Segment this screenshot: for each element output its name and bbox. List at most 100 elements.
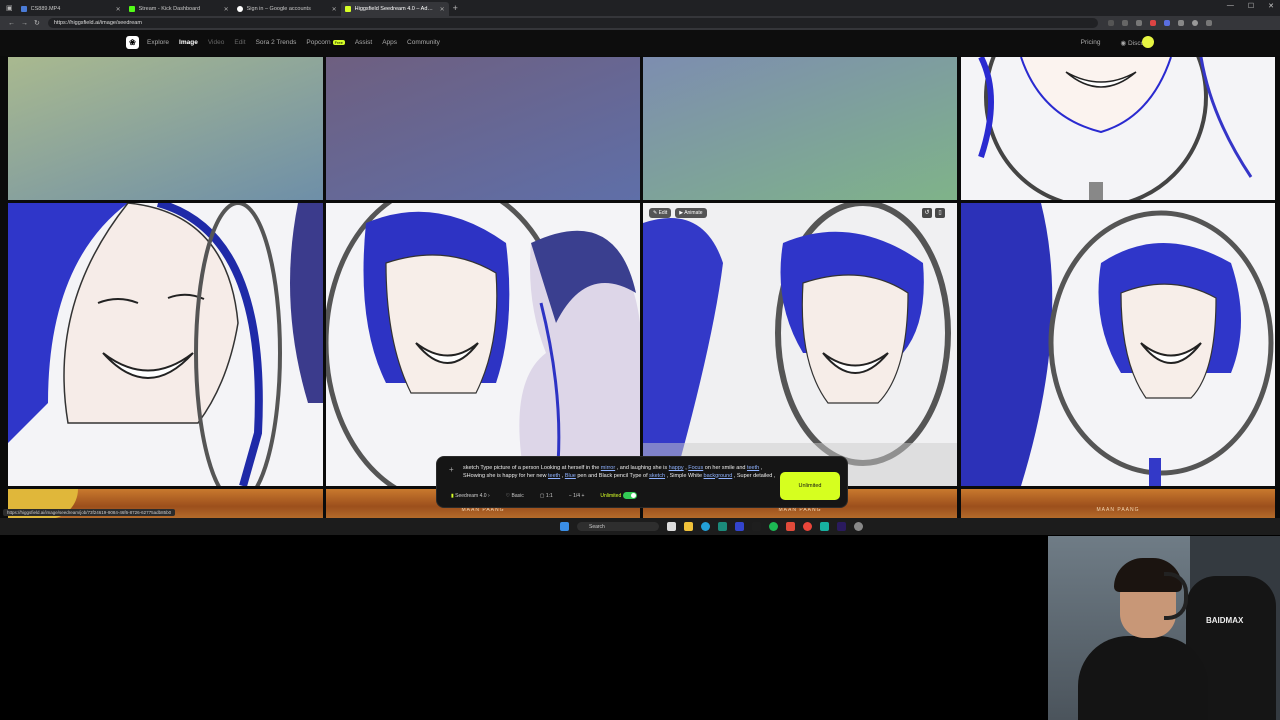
tab-favicon [236, 6, 243, 12]
url-field[interactable]: https://higgsfield.ai/image/seedream [47, 18, 1098, 28]
prompt-segment: pen and Black pencil Type of [575, 472, 650, 479]
animate-label: Animate [684, 210, 703, 216]
reuse-prompt-icon[interactable]: ↺ [922, 208, 932, 218]
close-window-icon[interactable]: ✕ [1268, 2, 1274, 10]
new-tab-icon[interactable]: + [453, 3, 458, 13]
plus-icon[interactable]: + [580, 493, 584, 499]
taskbar-search[interactable]: Search [577, 522, 659, 531]
gallery-tile-sketch[interactable] [8, 203, 323, 486]
extension-icon[interactable] [1107, 20, 1114, 26]
nav-apps[interactable]: Apps [382, 39, 397, 46]
file-explorer-icon[interactable] [684, 522, 693, 531]
pricing-link[interactable]: Pricing [1081, 39, 1101, 47]
extension-icon[interactable] [1121, 20, 1128, 26]
gallery-tile-partial[interactable]: MAAN PAANG [961, 489, 1275, 518]
start-icon[interactable] [560, 522, 569, 531]
toggle-switch[interactable] [623, 492, 638, 499]
reload-icon[interactable]: ↻ [34, 19, 40, 27]
tab-2[interactable]: Sign in – Google accounts ✕ [233, 2, 341, 16]
nav-video[interactable]: Video [208, 39, 225, 46]
status-url: https://higgsfield.ai/image/seedream/job… [3, 509, 176, 516]
close-icon[interactable]: ✕ [116, 6, 121, 13]
generate-button[interactable]: Unlimited [780, 472, 840, 500]
header-right: Pricing ◉ Discord [1081, 39, 1150, 47]
maximize-icon[interactable]: ☐ [1248, 2, 1254, 10]
prompt-segment: , Super detailed , [732, 472, 776, 479]
app-icon[interactable] [752, 522, 761, 531]
edge-icon[interactable] [701, 522, 710, 531]
tab-title: Higgsfield Seedream 4.0 – Advan [354, 6, 436, 12]
close-icon[interactable]: ✕ [224, 6, 229, 13]
nav-edit[interactable]: Edit [234, 39, 245, 46]
nav-explore[interactable]: Explore [147, 39, 169, 46]
gallery-tile-loading[interactable] [8, 57, 323, 200]
tab-0[interactable]: CS889.MP4 ✕ [17, 2, 125, 16]
gallery-tile-sketch[interactable] [961, 57, 1275, 200]
back-icon[interactable]: ← [8, 20, 15, 27]
profile-icon[interactable] [1191, 20, 1198, 26]
task-view-icon[interactable] [667, 522, 676, 531]
aspect-label: 1:1 [545, 492, 553, 499]
close-icon[interactable]: ✕ [332, 6, 337, 13]
gallery-tile-sketch-selected[interactable] [643, 203, 957, 486]
app-icon[interactable] [820, 522, 829, 531]
prompt-segment: , Simple White [665, 472, 704, 479]
image-hover-actions: ✎ Edit ▶ Animate [649, 208, 707, 218]
app-icon[interactable] [735, 522, 744, 531]
unlimited-label: Unlimited [600, 492, 622, 499]
prompt-keyword: Blue [564, 472, 576, 479]
nav-assist[interactable]: Assist [355, 39, 372, 46]
tab-title: CS889.MP4 [30, 6, 61, 12]
menu-dots-icon[interactable] [1205, 20, 1212, 26]
count-stepper[interactable]: − 1/4 + [569, 493, 585, 499]
tab-3[interactable]: Higgsfield Seedream 4.0 – Advan ✕ [340, 2, 449, 16]
nav-community[interactable]: Community [407, 39, 440, 46]
user-avatar[interactable] [1142, 36, 1154, 48]
quality-selector[interactable]: ♡ Basic [506, 493, 524, 499]
bookmark-icon[interactable]: ▯ [935, 208, 945, 218]
gallery-tile-loading[interactable] [326, 57, 640, 200]
prompt-panel: + sketch Type picture of a person Lookin… [436, 456, 848, 508]
person-body [1078, 636, 1208, 720]
add-image-icon[interactable]: + [449, 465, 454, 474]
app-icon[interactable] [718, 522, 727, 531]
extension-icon[interactable] [1177, 20, 1184, 26]
gallery-tile-loading[interactable] [643, 57, 957, 200]
sketch-image [643, 203, 957, 486]
edit-button[interactable]: ✎ Edit [649, 208, 672, 218]
tab-favicon [344, 6, 351, 12]
prompt-segment: , and laughing she is [615, 465, 669, 471]
model-selector[interactable]: ▮ Seedream 4.0 › [451, 493, 490, 499]
nav-sora-trends[interactable]: Sora 2 Trends [256, 39, 297, 46]
spotify-icon[interactable] [769, 522, 778, 531]
prompt-keyword: sketch [649, 472, 666, 479]
animate-button[interactable]: ▶ Animate [675, 208, 707, 218]
chrome-icon[interactable] [803, 522, 812, 531]
close-icon[interactable]: ✕ [440, 6, 445, 13]
nav-image[interactable]: Image [179, 39, 198, 46]
free-badge: Free [332, 40, 345, 45]
forward-icon[interactable]: → [21, 20, 28, 27]
minimize-icon[interactable]: — [1227, 2, 1234, 10]
tab-1[interactable]: Stream - Kick Dashboard ✕ [125, 2, 233, 16]
prompt-options: ▮ Seedream 4.0 › ♡ Basic ▢ 1:1 − 1/4 + U… [451, 492, 638, 499]
gallery-tile-sketch[interactable] [961, 203, 1275, 486]
browser-screen: ▣ CS889.MP4 ✕ Stream - Kick Dashboard ✕ Si… [0, 0, 1280, 535]
extension-icon[interactable] [1163, 20, 1170, 26]
sketch-image [978, 57, 1253, 200]
sketch-image [8, 203, 323, 486]
premiere-icon[interactable] [837, 522, 846, 531]
app-icon[interactable] [786, 522, 795, 531]
prompt-input[interactable]: sketch Type picture of a person Looking … [463, 465, 778, 480]
aspect-selector[interactable]: ▢ 1:1 [540, 493, 553, 499]
url-text: https://higgsfield.ai/image/seedream [53, 20, 142, 26]
settings-icon[interactable] [854, 522, 863, 531]
higgsfield-logo-icon[interactable]: ❀ [126, 36, 139, 49]
window-menu-icon[interactable]: ▣ [6, 4, 13, 12]
gallery-tile-sketch[interactable] [326, 203, 640, 486]
bookmark-star-icon[interactable] [1135, 20, 1142, 26]
unlimited-toggle[interactable]: Unlimited [600, 492, 638, 499]
extension-icon[interactable] [1149, 20, 1156, 26]
nav-popcorn[interactable]: Popcorn Free [306, 39, 345, 46]
address-bar-row: ← → ↻ https://higgsfield.ai/image/seedre… [0, 16, 1280, 30]
